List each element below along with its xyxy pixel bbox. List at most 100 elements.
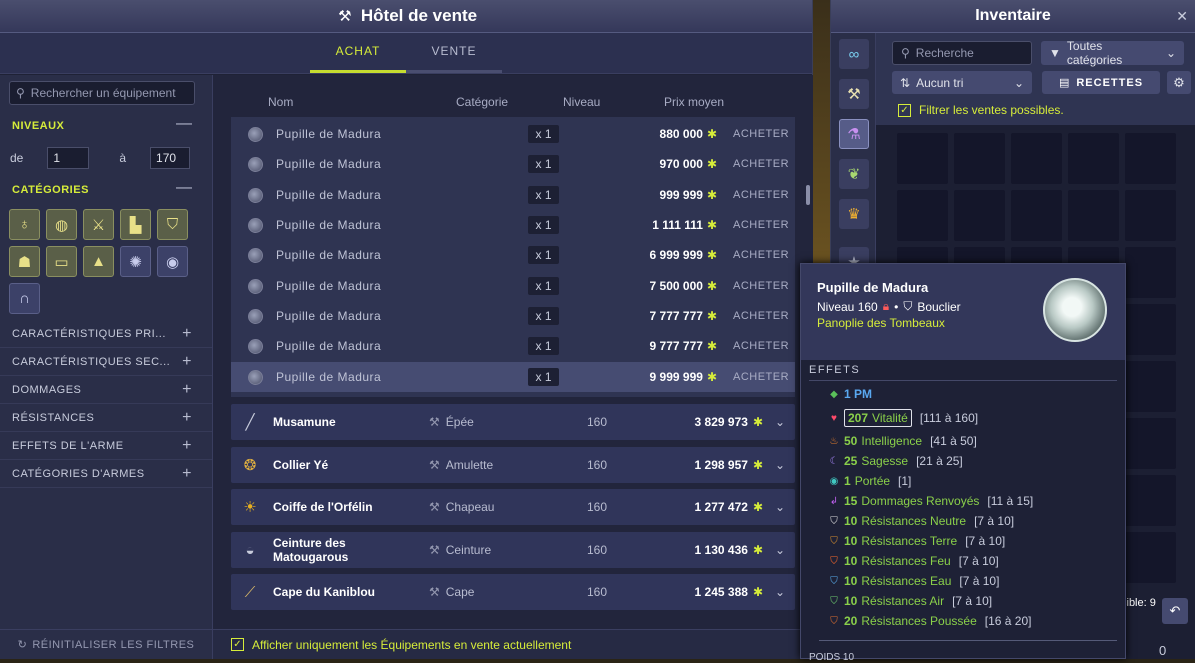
chevron-down-icon[interactable]: ⌄ bbox=[775, 500, 785, 514]
accordion-secondary-stats[interactable]: CARACTÉRISTIQUES SEC... + bbox=[0, 348, 212, 376]
offer-row[interactable]: Pupille de Madura x 1 7 500 000 ✱ ACHETER bbox=[231, 271, 795, 301]
inventory-slot[interactable] bbox=[1125, 247, 1176, 298]
item-row[interactable]: ☀ Coiffe de l'Orfélin ⚒ Chapeau 160 1 277… bbox=[231, 489, 795, 525]
resource-tab-icon[interactable]: ❦ bbox=[839, 159, 869, 189]
inventory-slot[interactable] bbox=[1125, 133, 1176, 184]
accordion-primary-stats[interactable]: CARACTÉRISTIQUES PRI... + bbox=[0, 320, 212, 348]
inventory-slot[interactable] bbox=[1125, 475, 1176, 526]
ring-icon[interactable]: ◍ bbox=[46, 209, 77, 240]
accordion-weapon-effects[interactable]: EFFETS DE L'ARME + bbox=[0, 432, 212, 460]
consumable-tab-icon[interactable]: ⚗ bbox=[839, 119, 869, 149]
tooltip-set[interactable]: Panoplie des Tombeaux bbox=[817, 316, 945, 330]
equipment-search-input[interactable]: ⚲ Rechercher un équipement bbox=[9, 81, 195, 105]
levels-header: NIVEAUX bbox=[12, 120, 65, 132]
column-category[interactable]: Catégorie bbox=[456, 95, 508, 109]
buy-button[interactable]: ACHETER bbox=[733, 371, 789, 383]
tab-vente[interactable]: VENTE bbox=[406, 32, 502, 73]
offer-price-value: 7 777 777 bbox=[649, 309, 703, 323]
accordion-label: DOMMAGES bbox=[12, 383, 82, 396]
accordion-resistances[interactable]: RÉSISTANCES + bbox=[0, 404, 212, 432]
offer-row[interactable]: Pupille de Madura x 1 970 000 ✱ ACHETER bbox=[231, 149, 795, 179]
shield-icon[interactable]: ⛉ bbox=[157, 209, 188, 240]
inventory-slot[interactable] bbox=[1125, 190, 1176, 241]
gear-icon[interactable]: ⚙ bbox=[1167, 71, 1191, 94]
inventory-slot[interactable] bbox=[1125, 361, 1176, 412]
column-name[interactable]: Nom bbox=[268, 95, 293, 109]
buy-button[interactable]: ACHETER bbox=[733, 280, 789, 292]
levels-collapse-icon[interactable]: — bbox=[176, 115, 192, 133]
only-on-sale-toggle[interactable]: ✓ Afficher uniquement les Équipements en… bbox=[213, 629, 813, 659]
level-from-input[interactable]: 1 bbox=[47, 147, 90, 169]
buy-button[interactable]: ACHETER bbox=[733, 128, 789, 140]
chevron-down-icon[interactable]: ⌄ bbox=[775, 543, 785, 557]
offer-row[interactable]: Pupille de Madura x 1 9 999 999 ✱ ACHETER bbox=[231, 362, 795, 392]
back-icon[interactable]: ↶ bbox=[1162, 598, 1188, 624]
quest-tab-icon[interactable]: ♛ bbox=[839, 199, 869, 229]
dofus-icon[interactable]: ◉ bbox=[157, 246, 188, 277]
buy-button[interactable]: ACHETER bbox=[733, 310, 789, 322]
accordion-damages[interactable]: DOMMAGES + bbox=[0, 376, 212, 404]
inventory-slot[interactable] bbox=[1068, 190, 1119, 241]
buy-button[interactable]: ACHETER bbox=[733, 189, 789, 201]
category-dropdown[interactable]: ▼ Toutes catégories ⌄ bbox=[1041, 39, 1184, 67]
tab-achat[interactable]: ACHAT bbox=[310, 32, 406, 73]
inventory-slot[interactable] bbox=[954, 133, 1005, 184]
checkbox-icon[interactable]: ✓ bbox=[898, 103, 911, 117]
buy-button[interactable]: ACHETER bbox=[733, 219, 789, 231]
item-row[interactable]: ⟋ Cape du Kaniblou ⚒ Cape 160 1 245 388 ✱ … bbox=[231, 574, 795, 610]
inventory-slot[interactable] bbox=[1125, 418, 1176, 469]
infinity-icon[interactable]: ∞ bbox=[839, 39, 869, 69]
inventory-slot[interactable] bbox=[897, 133, 948, 184]
amulet-icon[interactable]: ♁ bbox=[9, 209, 40, 240]
offer-row[interactable]: Pupille de Madura x 1 1 111 111 ✱ ACHETER bbox=[231, 210, 795, 240]
belt-icon[interactable]: ▭ bbox=[46, 246, 77, 277]
sword-icon[interactable]: ⚔ bbox=[83, 209, 114, 240]
inventory-slot[interactable] bbox=[1011, 190, 1062, 241]
item-row[interactable]: ❂ Collier Yé ⚒ Amulette 160 1 298 957 ✱ ⌄ bbox=[231, 447, 795, 483]
offer-row[interactable]: Pupille de Madura x 1 7 777 777 ✱ ACHETER bbox=[231, 301, 795, 331]
close-icon[interactable]: ✕ bbox=[1176, 8, 1188, 25]
inventory-slot[interactable] bbox=[954, 190, 1005, 241]
inventory-search-input[interactable]: ⚲ Recherche bbox=[892, 41, 1032, 65]
item-row[interactable]: ╱ Musamune ⚒ Épée 160 3 829 973 ✱ ⌄ bbox=[231, 404, 795, 440]
buy-button[interactable]: ACHETER bbox=[733, 158, 789, 170]
offer-name: Pupille de Madura bbox=[276, 188, 382, 202]
chevron-down-icon[interactable]: ⌄ bbox=[775, 458, 785, 472]
equipment-tab-icon[interactable]: ⚒ bbox=[839, 79, 869, 109]
checkbox-icon[interactable]: ✓ bbox=[231, 638, 244, 651]
effect-line: ⛉ 20 Résistances Poussée [16 à 20] bbox=[828, 614, 1031, 628]
offer-row[interactable]: Pupille de Madura x 1 999 999 ✱ ACHETER bbox=[231, 180, 795, 210]
buy-button[interactable]: ACHETER bbox=[733, 340, 789, 352]
offer-row[interactable]: Pupille de Madura x 1 880 000 ✱ ACHETER bbox=[231, 119, 795, 149]
reset-filters-button[interactable]: ↻ RÉINITIALISER LES FILTRES bbox=[0, 629, 212, 659]
buy-button[interactable]: ACHETER bbox=[733, 249, 789, 261]
hat-icon[interactable]: ▲ bbox=[83, 246, 114, 277]
scrollbar[interactable] bbox=[806, 185, 810, 205]
filter-sales-toggle[interactable]: ✓ Filtrer les ventes possibles. bbox=[898, 103, 1064, 117]
pet-icon[interactable]: ✺ bbox=[120, 246, 151, 277]
column-level[interactable]: Niveau bbox=[563, 95, 600, 109]
boots-icon[interactable]: ▙ bbox=[120, 209, 151, 240]
inventory-slot[interactable] bbox=[1068, 133, 1119, 184]
inventory-slot[interactable] bbox=[1125, 304, 1176, 355]
chevron-down-icon[interactable]: ⌄ bbox=[775, 585, 785, 599]
inventory-slot[interactable] bbox=[1011, 133, 1062, 184]
level-to-input[interactable]: 170 bbox=[150, 147, 191, 169]
trophy-icon[interactable]: ∩ bbox=[9, 283, 40, 314]
chevron-down-icon[interactable]: ⌄ bbox=[775, 415, 785, 429]
filter-sales-label: Filtrer les ventes possibles. bbox=[919, 103, 1064, 117]
item-row[interactable]: ◒ Ceinture des Matougarous ⚒ Ceinture 160… bbox=[231, 532, 795, 568]
kama-icon: ✱ bbox=[706, 218, 717, 232]
inventory-slot[interactable] bbox=[1125, 532, 1176, 583]
column-price[interactable]: Prix moyen bbox=[664, 95, 724, 109]
recipes-button[interactable]: ▤ RECETTES bbox=[1042, 71, 1160, 94]
kama-icon: ✱ bbox=[752, 415, 763, 429]
cape-icon[interactable]: ☗ bbox=[9, 246, 40, 277]
categories-collapse-icon[interactable]: — bbox=[176, 179, 192, 197]
offer-row[interactable]: Pupille de Madura x 1 6 999 999 ✱ ACHETER bbox=[231, 240, 795, 270]
inventory-slot[interactable] bbox=[897, 190, 948, 241]
effect-value: 20 bbox=[844, 614, 858, 628]
sort-dropdown[interactable]: ⇅ Aucun tri ⌄ bbox=[892, 71, 1032, 94]
accordion-weapon-categories[interactable]: CATÉGORIES D'ARMES + bbox=[0, 460, 212, 488]
offer-row[interactable]: Pupille de Madura x 1 9 777 777 ✱ ACHETER bbox=[231, 331, 795, 361]
